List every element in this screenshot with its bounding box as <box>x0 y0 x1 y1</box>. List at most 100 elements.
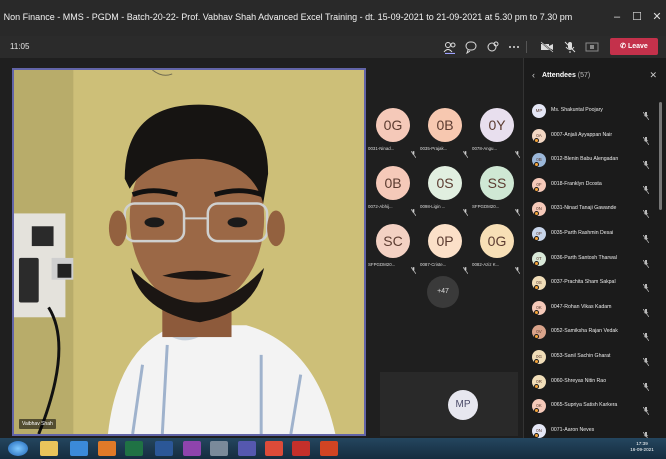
attendee-row[interactable]: 0B 0012-Blenin Babu Alengadan <box>524 151 658 173</box>
participant-tile[interactable]: 0G 0082-Aziz K... <box>472 224 522 276</box>
participant-label: 0078-Angu... <box>472 146 498 151</box>
video-frame-image <box>14 70 364 434</box>
close-panel-icon[interactable]: ✕ <box>649 70 657 81</box>
self-avatar: MP <box>448 390 478 420</box>
participant-avatar: SS <box>480 166 514 200</box>
mic-off-icon <box>462 145 469 159</box>
minimize-button[interactable]: – <box>610 10 624 24</box>
attendee-row[interactable]: 0T 0036-Parth Santosh Tharwal <box>524 250 658 272</box>
mic-off-icon <box>642 304 650 318</box>
mic-off-icon[interactable] <box>562 40 578 54</box>
back-chevron-icon[interactable]: ‹ <box>532 70 535 80</box>
attendee-name: 0071-Aaron Neves <box>551 426 595 433</box>
mic-off-icon <box>410 145 417 159</box>
mic-off-icon <box>410 261 417 275</box>
maximize-button[interactable]: ☐ <box>630 10 644 24</box>
leave-button[interactable]: ✆ Leave <box>610 38 658 55</box>
participant-label: 0072-Abhij... <box>368 204 393 209</box>
explorer-icon[interactable] <box>40 441 58 456</box>
participant-avatar: 0S <box>428 166 462 200</box>
attendee-row[interactable]: 0P 0035-Parth Rashmin Desai <box>524 225 658 247</box>
internet-explorer-icon[interactable] <box>70 441 88 456</box>
attendee-row[interactable]: 0K 0047-Rohan Vikas Kadam <box>524 299 658 321</box>
window-title: Non Finance - MMS - PGDM - Batch-20-22- … <box>3 12 573 22</box>
participant-label: 0087-Criste... <box>420 262 447 267</box>
chat-icon[interactable] <box>463 40 479 54</box>
word-icon[interactable] <box>155 441 173 456</box>
attendee-name: 0036-Parth Santosh Tharwal <box>551 254 617 261</box>
camera-off-icon[interactable] <box>539 40 555 54</box>
people-icon[interactable] <box>442 40 458 54</box>
mic-off-icon <box>462 261 469 275</box>
attendees-title: Attendees (57) <box>542 72 590 79</box>
participant-tile[interactable]: 0P 0087-Criste... <box>420 224 470 276</box>
attendee-row[interactable]: MP Ms. Shakuntal Poojary <box>524 102 658 124</box>
app-icon[interactable] <box>183 441 201 456</box>
attendee-row[interactable]: 0K 0065-Supriya Satish Karkera <box>524 397 658 419</box>
participant-tile[interactable]: SC SFPGDM20... <box>368 224 418 276</box>
mic-off-icon <box>410 203 417 217</box>
start-button-icon[interactable] <box>8 441 28 456</box>
presence-status-icon <box>534 186 539 192</box>
attendee-row[interactable]: 0F 0018-Franklyn Dcosta <box>524 176 658 198</box>
participant-label: SFPGDM20... <box>368 262 396 267</box>
attendee-row[interactable]: 0A 0007-Anjali Ayyappan Nair <box>524 127 658 149</box>
system-clock[interactable]: 17:39 16-09-2021 <box>622 441 662 453</box>
phone-hangup-icon: ✆ <box>620 43 628 50</box>
teams-icon[interactable] <box>238 441 256 456</box>
media-player-icon[interactable] <box>98 441 116 456</box>
attendee-row[interactable]: 0N 0031-Ninad Tanaji Gawande <box>524 200 658 222</box>
mic-off-icon <box>642 427 650 441</box>
participant-tile[interactable]: 0B 0072-Abhij... <box>368 166 418 218</box>
participant-label: 0035-Prajak... <box>420 146 448 151</box>
acrobat-icon[interactable] <box>292 441 310 456</box>
window-titlebar: Non Finance - MMS - PGDM - Batch-20-22- … <box>0 0 666 36</box>
attendee-name: 0031-Ninad Tanaji Gawande <box>551 205 617 212</box>
attendee-name: 0047-Rohan Vikas Kadam <box>551 303 612 310</box>
attendee-row[interactable]: 0G 0053-Sanil Sachin Gharat <box>524 348 658 370</box>
speaker-video[interactable]: Vaibhav Shah <box>12 68 366 436</box>
presence-status-icon <box>534 137 539 143</box>
participant-tile[interactable]: SS SFPGDM20... <box>472 166 522 218</box>
attendees-scrollbar[interactable] <box>659 102 662 210</box>
share-icon[interactable] <box>584 40 600 54</box>
attendee-row[interactable]: 0S 0037-Prachita Sham Sakpal <box>524 274 658 296</box>
attendee-name: 0037-Prachita Sham Sakpal <box>551 279 616 286</box>
call-timer: 11:05 <box>10 42 30 51</box>
attendees-count: (57) <box>577 72 591 79</box>
participant-label: SFPGDM20... <box>472 204 500 209</box>
more-participants-button[interactable]: +47 <box>427 276 459 308</box>
chrome-icon[interactable] <box>265 441 283 456</box>
attendee-name: 0052-Samiksha Rajan Vedak <box>551 328 618 335</box>
excel-icon[interactable] <box>125 441 143 456</box>
participant-tile[interactable]: 0B 0035-Prajak... <box>420 108 470 160</box>
participant-avatar: 0B <box>376 166 410 200</box>
mic-off-icon <box>642 107 650 121</box>
close-window-button[interactable]: ✕ <box>650 10 664 24</box>
attendee-name: 0065-Supriya Satish Karkera <box>551 402 618 409</box>
participant-avatar: 0B <box>428 108 462 142</box>
participant-tile[interactable]: 0G 0031-Ninad... <box>368 108 418 160</box>
mic-off-icon <box>642 156 650 170</box>
mic-off-icon <box>642 353 650 367</box>
attendee-name: 0053-Sanil Sachin Gharat <box>551 353 611 359</box>
tools-icon[interactable] <box>210 441 228 456</box>
attendee-name: 0060-Shreyas Nitin Rao <box>551 377 607 384</box>
toolbar-divider <box>526 41 527 53</box>
presence-status-icon <box>534 236 539 241</box>
reactions-icon[interactable] <box>485 40 501 54</box>
attendee-row[interactable]: 0V 0052-Samiksha Rajan Vedak <box>524 323 658 345</box>
attendees-title-text: Attendees <box>542 72 576 79</box>
mic-off-icon <box>642 378 650 391</box>
participant-tile[interactable]: 0S 0098-Ligin ... <box>420 166 470 218</box>
participant-avatar: 0G <box>480 224 514 258</box>
attendee-row[interactable]: 0R 0060-Shreyas Nitin Rao <box>524 373 658 395</box>
powerpoint-icon[interactable] <box>320 441 338 456</box>
more-icon[interactable] <box>506 40 522 54</box>
mic-off-icon <box>642 328 650 342</box>
participant-avatar: 0Y <box>480 108 514 142</box>
attendee-avatar: MP <box>532 104 546 118</box>
mic-off-icon <box>462 203 469 217</box>
presence-status-icon <box>534 309 539 315</box>
participant-tile[interactable]: 0Y 0078-Angu... <box>472 108 522 160</box>
